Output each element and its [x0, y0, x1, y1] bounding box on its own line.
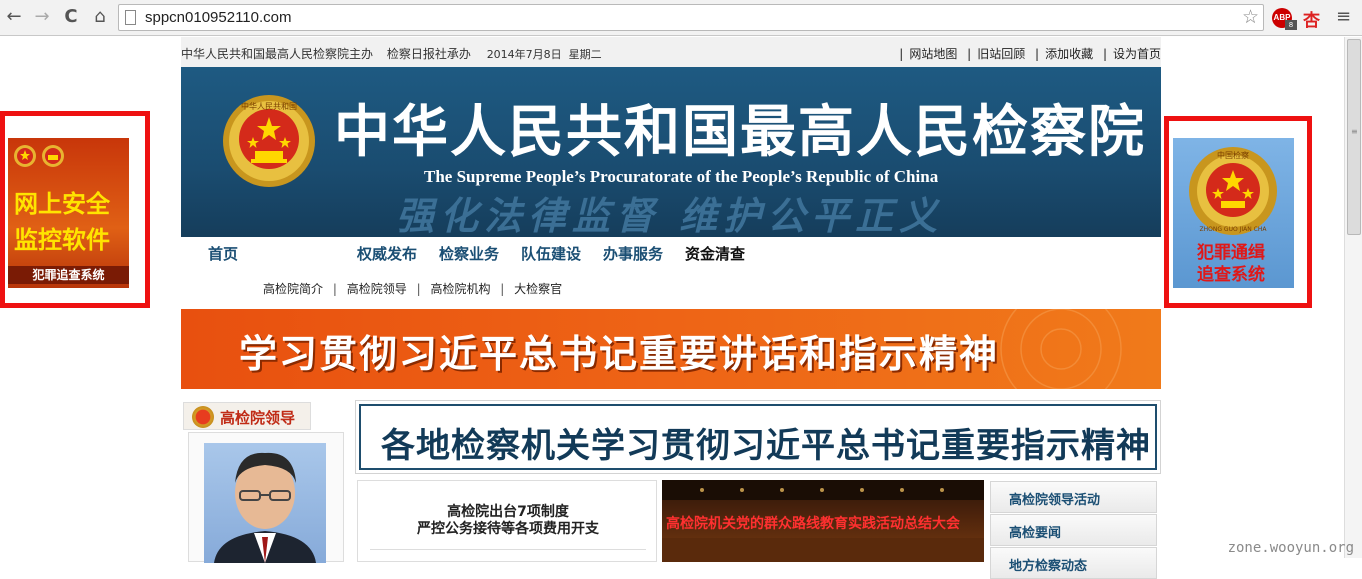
nav-services[interactable]: 办事服务: [603, 243, 663, 264]
utility-links: |网站地图 |旧站回顾 |添加收藏 |设为首页: [893, 45, 1161, 62]
ad-right-line2: 追查系统: [1197, 260, 1265, 285]
sidebar-link-local-news[interactable]: 地方检察动态: [990, 547, 1157, 579]
sidebar-link-label: 高检要闻: [1009, 522, 1061, 541]
subnav-grand-procurators[interactable]: 大检察官: [514, 282, 562, 296]
sidebar-link-label: 高检院领导活动: [1009, 489, 1100, 508]
promo-text: 学习贯彻习近平总书记重要讲话和指示精神: [239, 323, 999, 378]
leader-tab-label: 高检院领导: [220, 407, 295, 428]
forward-icon[interactable]: →: [31, 6, 53, 28]
reload-icon[interactable]: C: [60, 6, 82, 28]
procuratorate-emblem-icon: 中华人民共和国: [221, 93, 317, 189]
extension-icon[interactable]: 杏: [1303, 6, 1320, 31]
source-watermark: zone.wooyun.org: [1228, 540, 1354, 556]
browser-toolbar: ← → C ⌂ sppcn010952110.com ☆ ABP 8 杏 ≡: [0, 0, 1362, 36]
adblock-count-badge: 8: [1285, 20, 1297, 30]
site-info: 中华人民共和国最高人民检察院主办 检察日报社承办 2014年7月8日 星期二: [181, 45, 602, 62]
nav-team-building[interactable]: 队伍建设: [521, 243, 581, 264]
publisher-text: 检察日报社承办: [387, 47, 471, 61]
emblem-icon: [192, 406, 214, 428]
date-text: 2014年7月8日 星期二: [487, 48, 602, 61]
leader-photo[interactable]: [204, 443, 326, 563]
ad-left-line3: 犯罪追查系统: [8, 266, 129, 284]
procuratorate-badge-icon: 中国检察 ZHONG GUO JIAN CHA: [1183, 144, 1283, 238]
link-add-favorite[interactable]: 添加收藏: [1045, 47, 1093, 61]
leader-portrait: [204, 443, 326, 563]
bookmark-star-icon[interactable]: ☆: [1242, 6, 1259, 28]
site-top-bar: 中华人民共和国最高人民检察院主办 检察日报社承办 2014年7月8日 星期二 |…: [181, 37, 1161, 67]
scrollbar-grip-icon: ≡: [1351, 130, 1358, 133]
address-bar[interactable]: sppcn010952110.com ☆: [118, 4, 1264, 31]
nav-official-release[interactable]: 权威发布: [357, 243, 417, 264]
news-photo[interactable]: 高检院机关党的群众路线教育实践活动总结大会: [662, 480, 984, 562]
back-icon[interactable]: ←: [3, 6, 25, 28]
nav-procuratorial-business[interactable]: 检察业务: [439, 243, 499, 264]
banner-watermark: 强化法律监督 维护公平正义: [396, 185, 943, 237]
ad-left[interactable]: 网上安全 监控软件 犯罪追查系统: [8, 138, 129, 288]
ad-right[interactable]: 中国检察 ZHONG GUO JIAN CHA 犯罪通缉 追查系统: [1173, 138, 1294, 288]
site-title: 中华人民共和国最高人民检察院: [334, 87, 1146, 168]
home-icon[interactable]: ⌂: [89, 6, 111, 28]
vertical-scrollbar[interactable]: ≡: [1344, 37, 1362, 558]
nav-fund-audit[interactable]: 资金清查: [685, 243, 745, 264]
headline-banner[interactable]: 各地检察机关学习贯彻习近平总书记重要指示精神: [355, 400, 1161, 474]
badge-top-text: 中国检察: [1217, 150, 1249, 160]
host-text: 中华人民共和国最高人民检察院主办: [181, 47, 373, 61]
emblem-pair-icon: [12, 142, 68, 170]
link-set-homepage[interactable]: 设为首页: [1113, 47, 1161, 61]
sidebar-link-news[interactable]: 高检要闻: [990, 514, 1157, 546]
news-divider: [370, 549, 646, 550]
page-icon: [125, 10, 136, 25]
headline-text: 各地检察机关学习贯彻习近平总书记重要指示精神: [381, 418, 1151, 467]
browser-menu-icon[interactable]: ≡: [1336, 6, 1351, 27]
subnav-departments[interactable]: 高检院机构: [430, 282, 490, 296]
news-headline-line2[interactable]: 严控公务接待等各项费用开支: [358, 518, 658, 538]
url-text[interactable]: sppcn010952110.com: [145, 9, 292, 26]
ad-left-line2: 监控软件: [14, 220, 110, 255]
nav-home[interactable]: 首页: [208, 243, 238, 264]
scrollbar-thumb[interactable]: ≡: [1347, 39, 1361, 235]
main-navigation: 首页 权威发布 检察业务 队伍建设 办事服务 资金清查: [181, 240, 1161, 266]
news-box: 高检院出台7项制度 严控公务接待等各项费用开支: [357, 480, 657, 562]
site-banner: 强化法律监督 维护公平正义 中华人民共和国 中华人民共和国最高人民检察院 The…: [181, 67, 1161, 237]
sidebar-link-leader-activities[interactable]: 高检院领导活动: [990, 481, 1157, 513]
subnav-intro[interactable]: 高检院简介: [263, 282, 323, 296]
headline-frame: 各地检察机关学习贯彻习近平总书记重要指示精神: [359, 404, 1157, 470]
site-subtitle: The Supreme People’s Procuratorate of th…: [424, 167, 938, 187]
subnav-leaders[interactable]: 高检院领导: [347, 282, 407, 296]
emblem-text: 中华人民共和国: [241, 101, 297, 111]
link-old-site[interactable]: 旧站回顾: [977, 47, 1025, 61]
link-sitemap[interactable]: 网站地图: [909, 47, 957, 61]
promo-banner[interactable]: 学习贯彻习近平总书记重要讲话和指示精神: [181, 309, 1161, 389]
tab-leaders[interactable]: 高检院领导: [183, 402, 311, 430]
sub-navigation: 高检院简介 | 高检院领导 | 高检院机构 | 大检察官: [263, 280, 562, 297]
photo-caption: 高检院机关党的群众路线教育实践活动总结大会: [666, 513, 960, 533]
badge-ring-text: ZHONG GUO JIAN CHA: [1200, 226, 1268, 233]
ad-left-line1: 网上安全: [14, 184, 110, 219]
